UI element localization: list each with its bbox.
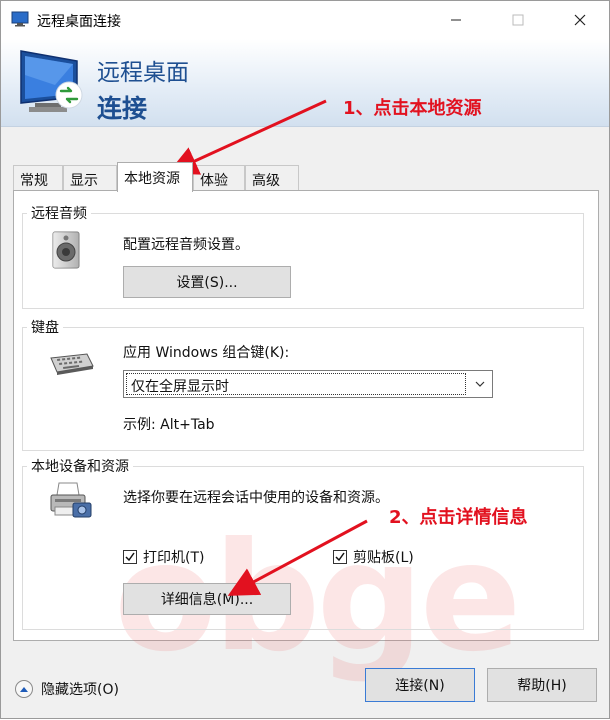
- checkmark-icon: [125, 552, 135, 562]
- tab-general[interactable]: 常规: [13, 165, 63, 191]
- banner-title-line1: 远程桌面: [97, 60, 189, 86]
- tab-display[interactable]: 显示: [63, 165, 117, 191]
- close-button[interactable]: [557, 1, 603, 39]
- connect-button[interactable]: 连接(N): [365, 668, 475, 702]
- remote-audio-title: 远程音频: [27, 203, 91, 223]
- banner: 远程桌面 连接: [1, 39, 609, 127]
- clipboard-label: 剪贴板(L): [353, 550, 414, 566]
- tab-label: 高级: [252, 173, 280, 189]
- tab-local-resources[interactable]: 本地资源: [117, 162, 193, 192]
- details-button[interactable]: 详细信息(M)...: [123, 583, 291, 615]
- dropdown-button[interactable]: [468, 371, 492, 397]
- local-devices-group: 本地设备和资源 选择你要在远程会话中使用的设备和资源。 打印机(T) 剪贴板(L…: [22, 456, 584, 630]
- local-resources-panel: obge 远程音频 配置远程音频设置。 设置(S)... 键盘 应用 Windo…: [13, 190, 599, 685]
- remote-audio-group: 远程音频 配置远程音频设置。 设置(S)...: [22, 203, 584, 309]
- help-button[interactable]: 帮助(H): [487, 668, 597, 702]
- chevron-up-icon: [20, 686, 28, 692]
- printers-checkbox[interactable]: 打印机(T): [123, 547, 204, 567]
- speaker-icon: [52, 231, 80, 269]
- select-value: 仅在全屏显示时: [126, 373, 466, 395]
- keyboard-icon: [50, 353, 94, 375]
- keyboard-title: 键盘: [27, 317, 63, 337]
- tab-advanced[interactable]: 高级: [245, 165, 299, 191]
- printers-label: 打印机(T): [143, 550, 205, 566]
- window-title: 远程桌面连接: [37, 14, 121, 30]
- tab-label: 本地资源: [124, 171, 180, 187]
- close-icon: [574, 14, 586, 26]
- banner-title-line2: 连接: [97, 94, 148, 123]
- local-devices-description: 选择你要在远程会话中使用的设备和资源。: [123, 490, 389, 506]
- checkbox-box[interactable]: [333, 550, 347, 564]
- tab-label: 显示: [70, 173, 98, 189]
- app-icon: [11, 11, 29, 27]
- minimize-icon: [451, 19, 461, 21]
- minimize-button[interactable]: [433, 1, 479, 39]
- keyboard-group: 键盘 应用 Windows 组合键(K): 仅在全屏显示时 示例: Alt+Ta…: [22, 317, 584, 451]
- collapse-icon-wrap: [15, 680, 33, 698]
- annotation-step2: 2、点击详情信息: [389, 507, 528, 528]
- title-bar: 远程桌面连接: [1, 1, 609, 39]
- maximize-button[interactable]: [495, 1, 541, 39]
- checkbox-box[interactable]: [123, 550, 137, 564]
- annotation-step1: 1、点击本地资源: [343, 98, 482, 119]
- chevron-down-icon: [475, 381, 485, 387]
- keyboard-description: 应用 Windows 组合键(K):: [123, 345, 290, 361]
- tab-experience[interactable]: 体验: [193, 165, 245, 191]
- audio-settings-button[interactable]: 设置(S)...: [123, 266, 291, 298]
- hide-options-label: 隐藏选项(O): [41, 682, 119, 698]
- hide-options-toggle[interactable]: 隐藏选项(O): [15, 679, 119, 699]
- local-devices-title: 本地设备和资源: [27, 456, 133, 476]
- tab-label: 常规: [20, 173, 48, 189]
- remote-desktop-window: 远程桌面连接 远程桌面 连接 1、点击本地资源 常规 显示 本地资源 体验 高级…: [0, 0, 610, 719]
- remote-audio-description: 配置远程音频设置。: [123, 237, 249, 253]
- printer-icon: [50, 482, 92, 518]
- checkmark-icon: [335, 552, 345, 562]
- maximize-icon: [512, 14, 524, 26]
- windows-key-combination-select[interactable]: 仅在全屏显示时: [123, 370, 493, 398]
- tab-label: 体验: [200, 173, 228, 189]
- remote-desktop-icon: [20, 50, 83, 112]
- clipboard-checkbox[interactable]: 剪贴板(L): [333, 547, 414, 567]
- keyboard-example: 示例: Alt+Tab: [123, 417, 215, 433]
